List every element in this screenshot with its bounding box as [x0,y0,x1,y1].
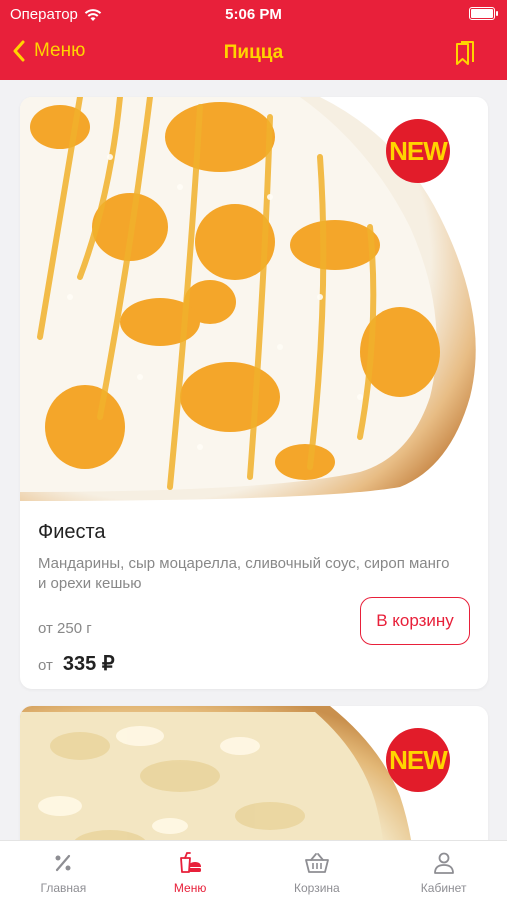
food-menu-icon [180,852,202,873]
product-info: Фиеста Мандарины, сыр моцарелла, сливочн… [20,501,488,676]
tab-label: Корзина [294,881,340,895]
tab-home[interactable]: Главная [0,841,127,900]
tab-cart[interactable]: Корзина [254,841,381,900]
battery-icon [469,7,498,20]
product-list[interactable]: NEW Фиеста Мандарины, сыр моцарелла, сли… [0,80,507,840]
add-to-cart-button[interactable]: В корзину [360,597,470,645]
tab-menu[interactable]: Меню [127,841,254,900]
product-card[interactable]: NEW Фиеста Мандарины, сыр моцарелла, сли… [20,97,488,689]
product-card[interactable]: NEW [20,706,488,840]
new-badge: NEW [386,119,450,183]
product-price: 335 ₽ [62,653,115,675]
tab-label: Меню [173,881,207,895]
product-image: NEW [20,706,488,840]
bookmark-icon[interactable] [455,41,475,67]
page-title: Пицца [223,42,284,63]
product-image: NEW [20,97,488,501]
price-prefix: от [38,657,53,674]
status-bar: Оператор 5:06 PM [0,0,507,28]
product-name: Фиеста [38,521,106,543]
new-badge: NEW [386,728,450,792]
app-header: Оператор 5:06 PM Меню Пицца [0,0,507,80]
basket-icon [304,853,329,873]
tab-profile[interactable]: Кабинет [380,841,507,900]
tab-bar: Главная Меню Корзина Кабинет [0,840,507,900]
clock: 5:06 PM [225,6,282,23]
tab-label: Главная [40,881,87,895]
tab-label: Кабинет [420,881,467,895]
price-row: от 335 ₽ [38,651,470,676]
product-description: Мандарины, сыр моцарелла, сливочный соус… [38,555,450,592]
profile-icon [433,852,454,874]
percent-icon [55,854,71,872]
navigation-bar: Меню Пицца [0,30,507,76]
